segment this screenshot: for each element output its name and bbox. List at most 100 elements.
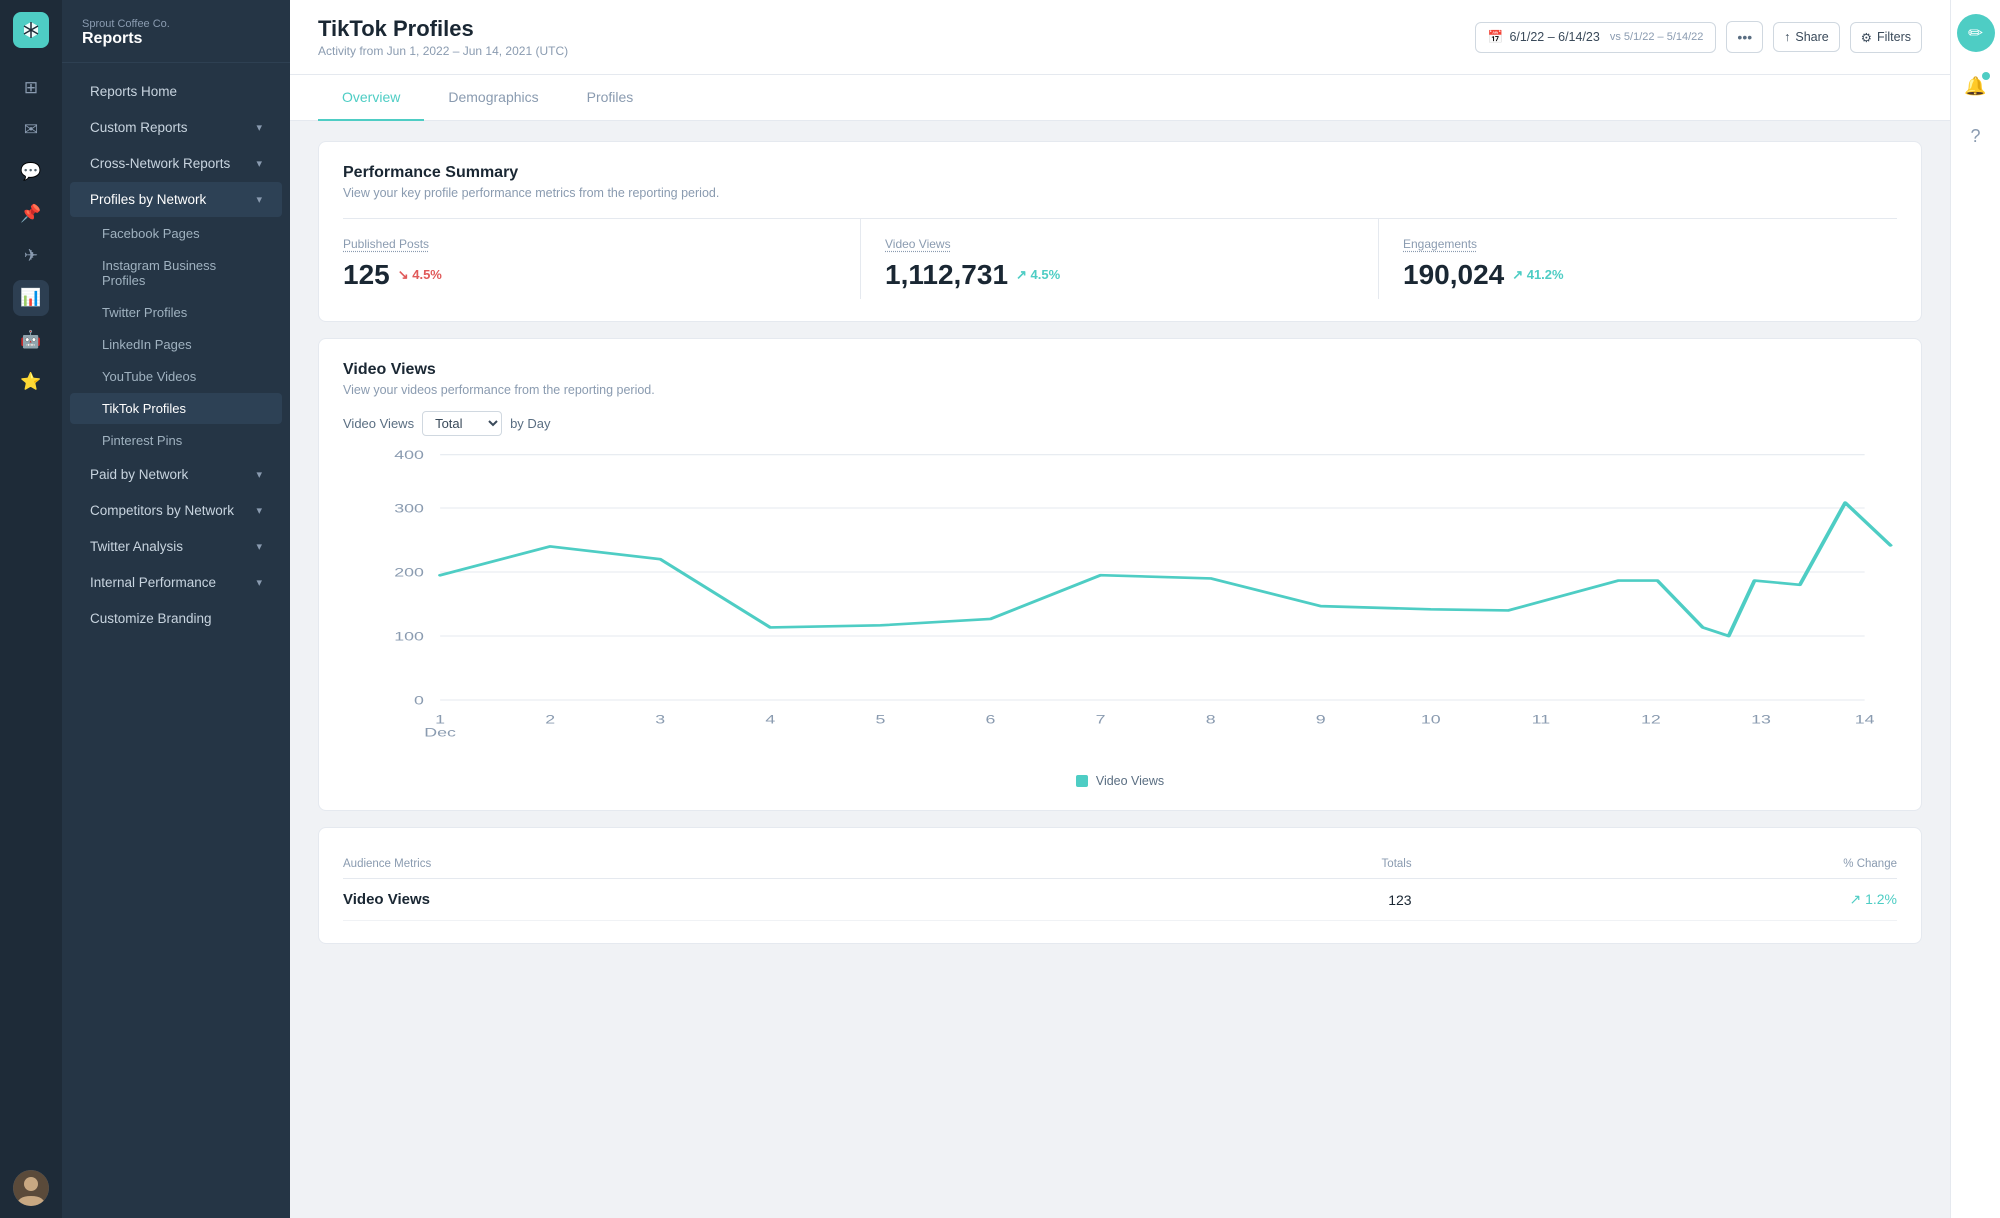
svg-text:3: 3 [655,713,665,726]
nav-instagram-profiles[interactable]: Instagram Business Profiles [70,250,282,296]
vs-label: vs 5/1/22 – 5/14/22 [1610,31,1704,43]
video-views-title: Video Views [343,361,1897,379]
svg-text:4: 4 [765,713,775,726]
col-header-metric: Audience Metrics [343,850,1140,879]
nav-linkedin-pages[interactable]: LinkedIn Pages [70,329,282,360]
nav-pinterest-pins[interactable]: Pinterest Pins [70,425,282,456]
notification-badge [1982,72,1990,80]
svg-text:1: 1 [435,713,445,726]
svg-text:9: 9 [1316,713,1326,726]
content-area: Performance Summary View your key profil… [290,121,1950,1218]
svg-text:14: 14 [1855,713,1875,726]
company-name: Sprout Coffee Co. [82,18,270,30]
user-avatar[interactable] [13,1170,49,1206]
chart-by-label: by Day [510,416,550,431]
tab-demographics[interactable]: Demographics [424,75,562,121]
nav-facebook-pages[interactable]: Facebook Pages [70,218,282,249]
rail-star-icon[interactable]: ⭐ [13,364,49,400]
svg-text:400: 400 [394,449,424,462]
chart-filter-label: Video Views [343,416,414,431]
share-icon: ↑ [1784,30,1790,44]
perf-engage-change: ↗ 41.2% [1512,267,1563,283]
performance-summary-card: Performance Summary View your key profil… [318,141,1922,322]
perf-video-views: Video Views 1,112,731 ↗ 4.5% [861,219,1379,299]
line-chart-svg: 0 100 200 300 400 1 Dec 2 3 4 5 6 7 [343,444,1897,764]
share-button[interactable]: ↑ Share [1773,22,1840,52]
right-rail: ✏ 🔔 ? [1950,0,2000,1218]
nav-cross-network[interactable]: Cross-Network Reports ▾ [70,146,282,181]
nav-custom-reports[interactable]: Custom Reports ▾ [70,110,282,145]
svg-text:8: 8 [1206,713,1216,726]
more-options-button[interactable]: ••• [1726,21,1763,53]
chevron-down-icon: ▾ [256,576,262,589]
perf-summary-subtitle: View your key profile performance metric… [343,186,1897,200]
logo-icon[interactable] [13,12,49,48]
rail-pin-icon[interactable]: 📌 [13,196,49,232]
filters-icon: ⚙ [1861,30,1872,45]
nav-tiktok-profiles[interactable]: TikTok Profiles [70,393,282,424]
audience-metrics-table: Audience Metrics Totals % Change Video V… [343,850,1897,921]
sidebar-nav: Reports Home Custom Reports ▾ Cross-Netw… [62,63,290,1218]
chart-controls: Video Views Total Unique by Day [343,411,1897,436]
top-bar-right: 📅 6/1/22 – 6/14/23 vs 5/1/22 – 5/14/22 •… [1475,21,1922,53]
activity-label: Activity from Jun 1, 2022 – Jun 14, 2021… [318,44,568,58]
compose-button[interactable]: ✏ [1957,14,1995,52]
chevron-down-icon: ▾ [256,540,262,553]
metric-name-video-views: Video Views [343,879,1140,921]
sidebar-title: Reports [82,30,270,48]
nav-twitter-analysis[interactable]: Twitter Analysis ▾ [70,529,282,564]
svg-text:200: 200 [394,566,424,579]
chevron-down-icon: ▾ [256,121,262,134]
top-bar: TikTok Profiles Activity from Jun 1, 202… [290,0,1950,75]
rail-messages-icon[interactable]: 💬 [13,154,49,190]
perf-engage-label: Engagements [1403,237,1873,251]
tab-profiles[interactable]: Profiles [563,75,658,121]
nav-customize-branding[interactable]: Customize Branding [70,601,282,636]
perf-published-posts: Published Posts 125 ↘ 4.5% [343,219,861,299]
col-header-totals: Totals [1140,850,1411,879]
svg-text:12: 12 [1641,713,1661,726]
legend-label: Video Views [1096,774,1164,788]
tabs-bar: Overview Demographics Profiles [290,75,1950,121]
nav-paid-by-network[interactable]: Paid by Network ▾ [70,457,282,492]
col-header-change: % Change [1412,850,1897,879]
video-views-card: Video Views View your videos performance… [318,338,1922,811]
svg-text:Dec: Dec [424,726,456,739]
chart-filter-select[interactable]: Total Unique [422,411,502,436]
svg-text:300: 300 [394,502,424,515]
nav-profiles-by-network[interactable]: Profiles by Network ▾ [70,182,282,217]
notifications-icon[interactable]: 🔔 [1960,70,1992,102]
date-range-label: 6/1/22 – 6/14/23 [1509,30,1599,44]
tab-overview[interactable]: Overview [318,75,424,121]
help-icon[interactable]: ? [1960,120,1992,152]
chart-area: 0 100 200 300 400 1 Dec 2 3 4 5 6 7 [343,444,1897,764]
nav-twitter-profiles[interactable]: Twitter Profiles [70,297,282,328]
perf-video-label: Video Views [885,237,1354,251]
rail-inbox-icon[interactable]: ✉ [13,112,49,148]
main-content: TikTok Profiles Activity from Jun 1, 202… [290,0,1950,1218]
nav-youtube-videos[interactable]: YouTube Videos [70,361,282,392]
nav-internal-performance[interactable]: Internal Performance ▾ [70,565,282,600]
nav-competitors-by-network[interactable]: Competitors by Network ▾ [70,493,282,528]
rail-bot-icon[interactable]: 🤖 [13,322,49,358]
perf-engage-value: 190,024 ↗ 41.2% [1403,259,1873,291]
sidebar: Sprout Coffee Co. Reports Reports Home C… [62,0,290,1218]
rail-publish-icon[interactable]: ✈ [13,238,49,274]
svg-text:6: 6 [986,713,996,726]
date-range-button[interactable]: 📅 6/1/22 – 6/14/23 vs 5/1/22 – 5/14/22 [1475,22,1717,53]
table-row: Video Views 123 ↗ 1.2% [343,879,1897,921]
filters-button[interactable]: ⚙ Filters [1850,22,1922,53]
rail-reports-icon[interactable]: 📊 [13,280,49,316]
perf-video-value: 1,112,731 ↗ 4.5% [885,259,1354,291]
svg-text:100: 100 [394,630,424,643]
svg-text:7: 7 [1096,713,1106,726]
top-bar-left: TikTok Profiles Activity from Jun 1, 202… [318,16,568,58]
video-views-subtitle: View your videos performance from the re… [343,383,1897,397]
rail-home-icon[interactable]: ⊞ [13,70,49,106]
perf-engagements: Engagements 190,024 ↗ 41.2% [1379,219,1897,299]
nav-reports-home[interactable]: Reports Home [70,74,282,109]
metric-total-video-views: 123 [1140,879,1411,921]
icon-rail: ⊞ ✉ 💬 📌 ✈ 📊 🤖 ⭐ [0,0,62,1218]
metric-change-video-views: ↗ 1.2% [1412,879,1897,921]
chevron-down-icon: ▾ [256,157,262,170]
